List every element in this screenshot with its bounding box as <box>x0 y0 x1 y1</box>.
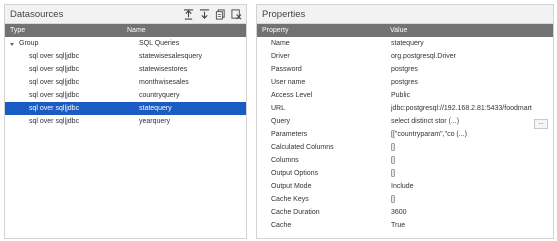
column-name[interactable]: Name <box>122 27 246 34</box>
property-value[interactable]: org.postgresql.Driver <box>374 53 553 60</box>
tree-item-row-selected[interactable]: sql over sql|jdbc statequery <box>5 102 246 115</box>
group-type: Group <box>19 40 39 47</box>
properties-grid: Name statequery Driver org.postgresql.Driv… <box>257 37 553 232</box>
property-value[interactable]: [] <box>374 157 553 164</box>
item-name: yearquery <box>139 118 171 125</box>
datasources-header: Datasources <box>5 5 246 24</box>
property-value[interactable]: 3600 <box>374 209 553 216</box>
download-button[interactable] <box>198 8 210 20</box>
item-type: sql over sql|jdbc <box>29 66 80 73</box>
property-value[interactable]: postgres <box>374 79 553 86</box>
property-value[interactable]: Include <box>374 183 553 190</box>
properties-title: Properties <box>262 8 306 20</box>
property-label: Parameters <box>271 131 308 138</box>
upload-icon <box>183 8 193 20</box>
property-row[interactable]: Calculated Columns [] <box>257 141 553 154</box>
item-name: statequery <box>139 105 172 112</box>
item-name: monthwisesales <box>139 79 189 86</box>
item-type: sql over sql|jdbc <box>29 79 80 86</box>
property-label: Access Level <box>271 92 313 99</box>
property-row[interactable]: Cache True <box>257 219 553 232</box>
property-row[interactable]: Output Mode Include <box>257 180 553 193</box>
datasources-column-header: Type Name <box>5 24 246 37</box>
property-label: User name <box>271 79 306 86</box>
property-row[interactable]: Cache Keys [] <box>257 193 553 206</box>
copy-button[interactable] <box>214 8 226 20</box>
copy-icon <box>215 8 225 20</box>
property-label: Cache Keys <box>271 196 309 203</box>
property-label: Cache Duration <box>271 209 320 216</box>
datasources-title: Datasources <box>10 8 64 20</box>
tree-item-row[interactable]: sql over sql|jdbc countryquery <box>5 89 246 102</box>
property-row[interactable]: Output Options [] <box>257 167 553 180</box>
edit-query-button[interactable]: ... <box>534 119 548 129</box>
property-row[interactable]: Access Level Public <box>257 89 553 102</box>
property-label: Password <box>271 66 302 73</box>
property-value[interactable]: jdbc:postgresql://192.168.2.81:5433/food… <box>374 105 553 112</box>
properties-column-header: Property Value <box>257 24 553 37</box>
tree-item-row[interactable]: sql over sql|jdbc yearquery <box>5 115 246 128</box>
column-property[interactable]: Property <box>257 27 374 34</box>
property-label: Name <box>271 40 290 47</box>
property-value[interactable]: [] <box>374 144 553 151</box>
expand-triangle-icon[interactable] <box>10 42 14 46</box>
property-row[interactable]: Parameters [["countryparam","co (...) <box>257 128 553 141</box>
tree-item-row[interactable]: sql over sql|jdbc monthwisesales <box>5 76 246 89</box>
property-row[interactable]: Columns [] <box>257 154 553 167</box>
group-name: SQL Queries <box>139 40 180 47</box>
upload-button[interactable] <box>182 8 194 20</box>
datasources-toolbar <box>182 8 242 20</box>
datasources-tree: Group SQL Queries sql over sql|jdbc stat… <box>5 37 246 128</box>
property-row[interactable]: URL jdbc:postgresql://192.168.2.81:5433/f… <box>257 102 553 115</box>
property-label: Columns <box>271 157 299 164</box>
property-label: Calculated Columns <box>271 144 334 151</box>
item-type: sql over sql|jdbc <box>29 118 80 125</box>
property-label: Query <box>271 118 291 125</box>
property-row[interactable]: User name postgres <box>257 76 553 89</box>
tree-item-row[interactable]: sql over sql|jdbc statewisestores <box>5 63 246 76</box>
properties-panel: Properties Property Value Name statequery… <box>256 4 554 239</box>
item-name: statewisestores <box>139 66 188 73</box>
tree-item-row[interactable]: sql over sql|jdbc statewisesalesquery <box>5 50 246 63</box>
column-type[interactable]: Type <box>5 27 122 34</box>
property-value[interactable]: [["countryparam","co (...) <box>374 131 553 138</box>
property-row[interactable]: Cache Duration 3600 <box>257 206 553 219</box>
property-value[interactable]: [] <box>374 170 553 177</box>
delete-icon <box>230 8 241 19</box>
delete-button[interactable] <box>230 8 242 20</box>
property-label: Cache <box>271 222 292 229</box>
property-row[interactable]: Query select distinct stor (...) ... <box>257 115 553 129</box>
property-value[interactable]: True <box>374 222 553 229</box>
property-label: URL <box>271 105 286 112</box>
property-value[interactable]: select distinct stor (...) <box>391 118 459 125</box>
property-row[interactable]: Driver org.postgresql.Driver <box>257 50 553 63</box>
property-label: Driver <box>271 53 290 60</box>
property-value[interactable]: statequery <box>374 40 553 47</box>
item-name: countryquery <box>139 92 180 99</box>
property-row[interactable]: Name statequery <box>257 37 553 50</box>
property-label: Output Mode <box>271 183 312 190</box>
download-icon <box>199 8 209 19</box>
properties-header: Properties <box>257 5 553 24</box>
property-row[interactable]: Password postgres <box>257 63 553 76</box>
datasources-panel: Datasources Type Name Group SQL Queries … <box>4 4 247 239</box>
item-type: sql over sql|jdbc <box>29 53 80 60</box>
tree-group-row[interactable]: Group SQL Queries <box>5 37 246 50</box>
property-value[interactable]: postgres <box>374 66 553 73</box>
property-label: Output Options <box>271 170 319 177</box>
item-type: sql over sql|jdbc <box>29 105 80 112</box>
item-name: statewisesalesquery <box>139 53 203 60</box>
column-value[interactable]: Value <box>374 27 553 34</box>
property-value[interactable]: Public <box>374 92 553 99</box>
property-value[interactable]: [] <box>374 196 553 203</box>
item-type: sql over sql|jdbc <box>29 92 80 99</box>
